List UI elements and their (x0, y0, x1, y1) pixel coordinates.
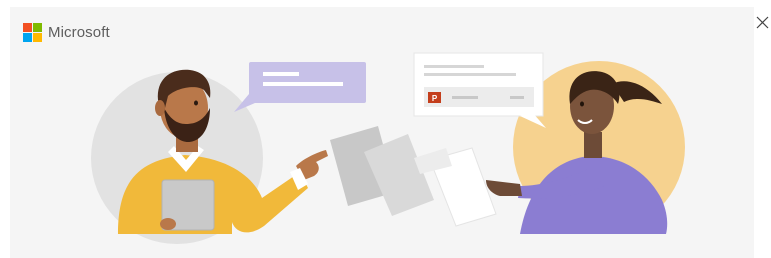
close-button[interactable] (754, 14, 771, 31)
microsoft-logo-icon (23, 22, 42, 42)
close-icon (756, 16, 769, 29)
microsoft-brand: Microsoft (23, 21, 110, 43)
dialog: P Microsoft (0, 0, 771, 258)
brand-name: Microsoft (48, 23, 110, 41)
svg-text:P: P (432, 94, 438, 103)
flying-documents (330, 126, 497, 227)
document-preview-card: P (413, 52, 546, 128)
chat-bubble-graphic (234, 62, 366, 112)
hero-illustration: P (91, 52, 685, 244)
